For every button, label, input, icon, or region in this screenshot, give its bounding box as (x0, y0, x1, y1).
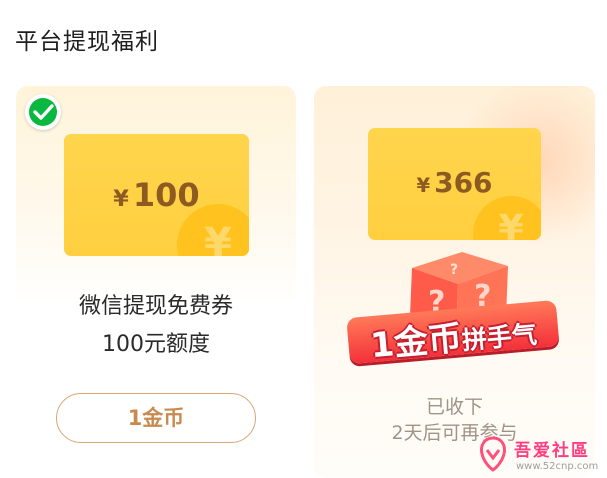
amount-value: 366 (434, 166, 493, 199)
watermark-logo-icon (480, 436, 506, 472)
coupon-subtitle: 100元额度 (102, 332, 210, 357)
amount-value: 100 (132, 176, 200, 214)
coupon-amount: ¥100 (64, 176, 249, 214)
lucky-draw-card[interactable]: ¥ ¥366 ? ? ? 1金币拼手气 已收下 2天后可再参与 (314, 86, 595, 478)
currency-symbol: ¥ (113, 186, 129, 212)
page-title: 平台提现福利 (15, 29, 159, 55)
coupon-title: 微信提现免费券 (78, 294, 233, 319)
watermark: 吾爱社區 www.52cnp.com (470, 428, 607, 478)
currency-symbol: ¥ (416, 174, 431, 197)
watermark-text: 吾爱社區 (514, 441, 590, 461)
promo-banner: 1金币拼手气 (346, 296, 560, 370)
promo-banner-main: 1金币 (368, 318, 464, 367)
watermark-url: www.52cnp.com (516, 461, 599, 472)
status-line-received: 已收下 (425, 396, 483, 418)
wechat-icon (25, 94, 61, 130)
coupon-visual: ¥ ¥100 (64, 134, 249, 256)
promo-banner-sub: 拼手气 (460, 319, 539, 356)
coupon-amount: ¥366 (368, 166, 541, 199)
yen-icon: ¥ (473, 196, 541, 240)
wechat-coupon-card[interactable]: ¥ ¥100 微信提现免费券 100元额度 1金币 (16, 86, 296, 478)
coupon-visual: ¥ ¥366 (368, 128, 541, 240)
svg-text:?: ? (450, 262, 458, 278)
redeem-button[interactable]: 1金币 (56, 393, 256, 443)
